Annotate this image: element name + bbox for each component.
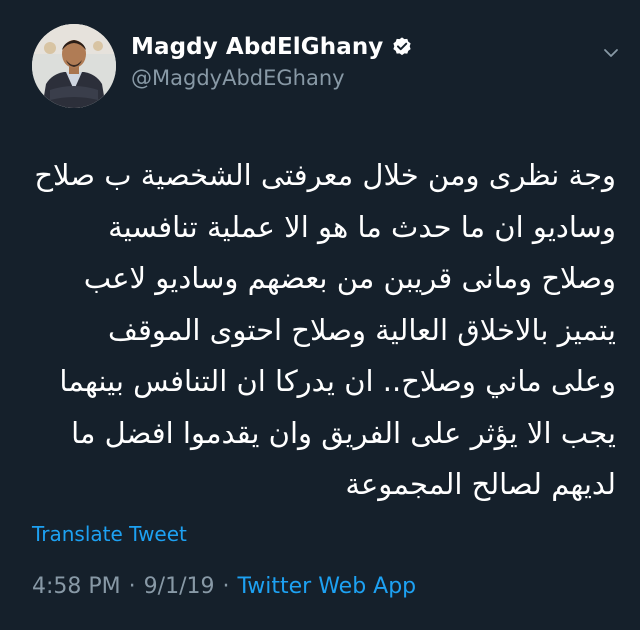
tweet-header: Magdy AbdElGhany @MagdyAbdEGhany	[32, 24, 622, 108]
tweet-date[interactable]: 9/1/19	[144, 574, 215, 599]
author-name-row[interactable]: Magdy AbdElGhany	[131, 34, 413, 60]
tweet-meta: 4:58 PM · 9/1/19 · Twitter Web App	[32, 574, 416, 599]
meta-separator: ·	[128, 574, 136, 599]
verified-badge-icon	[391, 36, 413, 58]
tweet-time[interactable]: 4:58 PM	[32, 574, 121, 599]
translate-tweet-link[interactable]: Translate Tweet	[32, 522, 187, 546]
author-handle[interactable]: @MagdyAbdEGhany	[131, 66, 345, 90]
meta-separator: ·	[222, 574, 230, 599]
author-display-name[interactable]: Magdy AbdElGhany	[131, 34, 383, 60]
avatar[interactable]	[32, 24, 116, 108]
tweet-source-link[interactable]: Twitter Web App	[237, 574, 416, 599]
tweet-text: وجة نظرى ومن خلال معرفتى الشخصية ب صلاح …	[34, 158, 616, 501]
chevron-down-icon[interactable]	[600, 42, 622, 64]
avatar-photo	[32, 24, 116, 108]
